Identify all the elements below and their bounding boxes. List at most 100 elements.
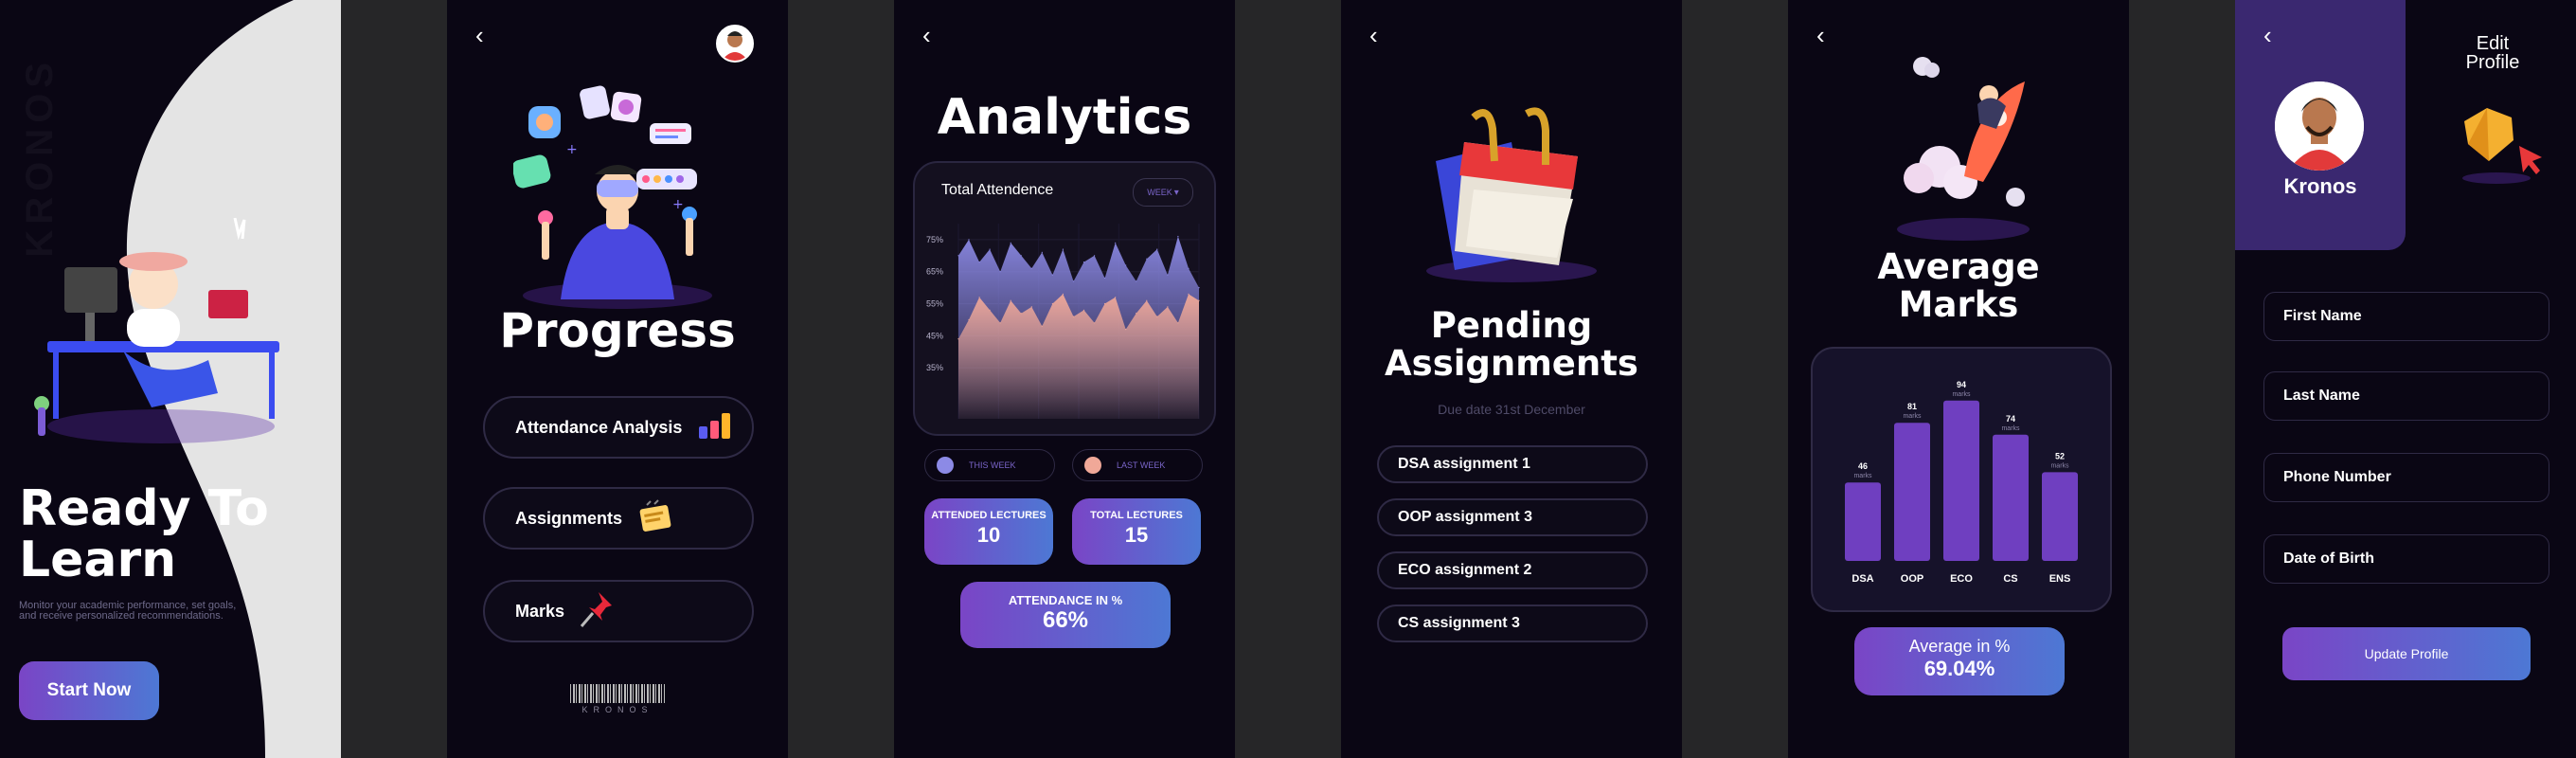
data-point [1094,322,1096,324]
avatar[interactable] [716,25,754,63]
bar-unit-label: marks [1952,391,1971,398]
period-select-value: WEEK [1147,188,1172,197]
data-point [999,271,1001,273]
chevron-down-icon: ▾ [1173,187,1179,198]
x-tick-label: ECO [1950,573,1973,585]
stat-label: ATTENDANCE IN % [1008,593,1123,607]
desk-character-illustration [34,218,279,443]
data-point [1177,322,1179,324]
menu-item-attendance-analysis[interactable]: Attendance Analysis [483,396,754,459]
data-point [1156,248,1158,250]
data-point [1146,258,1148,260]
pushpin-icon [580,590,614,633]
assignment-item[interactable]: CS assignment 3 [1377,605,1648,642]
assignment-item[interactable]: OOP assignment 3 [1377,498,1648,536]
data-point [1030,267,1032,269]
legend-this-week[interactable]: THIS WEEK [924,449,1055,481]
avatar[interactable] [2275,81,2364,171]
data-point [968,239,970,241]
edit-profile-title: Edit Profile [2445,34,2540,72]
menu-item-label: Assignments [515,508,623,528]
data-point [957,255,959,257]
data-point [1062,293,1064,295]
data-point [1125,329,1127,331]
data-point [1167,306,1169,308]
area-chart: 75% 65% 55% 45% 35% [926,224,1200,419]
bar-value-label: 52 [2055,451,2065,460]
date-of-birth-field[interactable]: Date of Birth [2263,534,2549,584]
data-point [1051,302,1053,305]
bar-unit-label: marks [1853,473,1872,479]
edit-title-line-2: Profile [2465,52,2520,73]
profile-name: Kronos [2283,174,2357,198]
back-icon[interactable]: ‹ [922,23,931,47]
menu-item-marks[interactable]: Marks [483,580,754,642]
barcode-bars [570,684,665,703]
average-percentage-card: Average in % 69.04% [1854,627,2065,695]
back-icon[interactable]: ‹ [1816,23,1825,47]
attendance-chart-card: Total Attendence WEEK ▾ 75% 65% 55% 45% 35% [913,161,1216,436]
data-point [1198,287,1200,289]
total-lectures-card: TOTAL LECTURES 15 [1072,498,1201,565]
data-point [1177,235,1179,238]
marks-chart-card: 46 marks DSA 81 marks OOP 94 marks ECO 74 marks CS 5… [1811,347,2112,612]
legend-swatch [1084,457,1101,474]
y-tick-label: 55% [926,299,943,309]
y-tick-label: 35% [926,363,943,372]
bar-unit-label: marks [1903,413,1922,420]
back-icon[interactable]: ‹ [475,23,484,47]
menu-item-assignments[interactable]: Assignments [483,487,754,550]
barcode-text: KRONOS [581,705,653,714]
progress-screen: ‹ + + Progress Attendance Analysis Assig… [447,0,788,758]
period-select[interactable]: WEEK ▾ [1133,178,1193,207]
stat-value: 69.04% [1923,657,1995,680]
first-name-field[interactable]: First Name [2263,292,2549,341]
data-point [989,309,991,311]
data-point [1094,255,1096,257]
vr-character-illustration: + + [513,85,712,309]
assignment-item[interactable]: DSA assignment 1 [1377,445,1648,483]
svg-text:+: + [672,197,684,212]
bar-value-label: 81 [1907,402,1917,411]
page-title-line-2: Assignments [1385,343,1638,384]
subtitle: Monitor your academic performance, set g… [19,600,237,622]
bar [1845,482,1881,561]
edit-profile-screen: ‹ Kronos Edit Profile First Name Last Na… [2235,0,2576,758]
bar-value-label: 94 [1957,380,1966,389]
data-point [1062,248,1064,250]
update-profile-button[interactable]: Update Profile [2282,627,2531,680]
data-point [1072,280,1075,282]
data-point [1020,255,1022,257]
last-name-field[interactable]: Last Name [2263,371,2549,421]
stat-value: 15 [1124,523,1149,547]
page-title: Pending Assignments [1341,307,1682,383]
legend-last-week[interactable]: LAST WEEK [1072,449,1203,481]
bar [1943,400,1979,561]
bar-value-label: 74 [2006,414,2015,424]
pending-assignments-screen: ‹ Pending Assignments Due date 31st Dece… [1341,0,1682,758]
page-title: Average Marks [1788,248,2129,324]
bar [2042,472,2078,561]
phone-number-field[interactable]: Phone Number [2263,453,2549,502]
stat-label: Average in % [1908,637,2011,656]
rocket-character-illustration [1897,57,2030,241]
onboarding-screen: KRONOS Ready To Learn Monitor your acade… [0,0,341,758]
data-point [1198,299,1200,301]
data-point [1051,274,1053,276]
start-now-button[interactable]: Start Now [19,661,159,720]
data-point [1020,313,1022,315]
bar-value-label: 46 [1858,461,1868,471]
calendar-illustration [1426,107,1597,282]
edit-title-line-1: Edit [2476,33,2510,54]
assignment-item[interactable]: ECO assignment 2 [1377,551,1648,589]
bar-chart-icon [697,411,737,444]
back-icon[interactable]: ‹ [1369,23,1378,47]
data-point [1082,309,1085,311]
attended-lectures-card: ATTENDED LECTURES 10 [924,498,1053,565]
data-point [1030,306,1032,308]
bar [1993,434,2029,561]
page-title-line-1: Pending [1430,305,1593,346]
bar-unit-label: marks [2001,425,2020,432]
back-icon[interactable]: ‹ [2263,23,2272,47]
x-tick-label: OOP [1901,573,1923,585]
